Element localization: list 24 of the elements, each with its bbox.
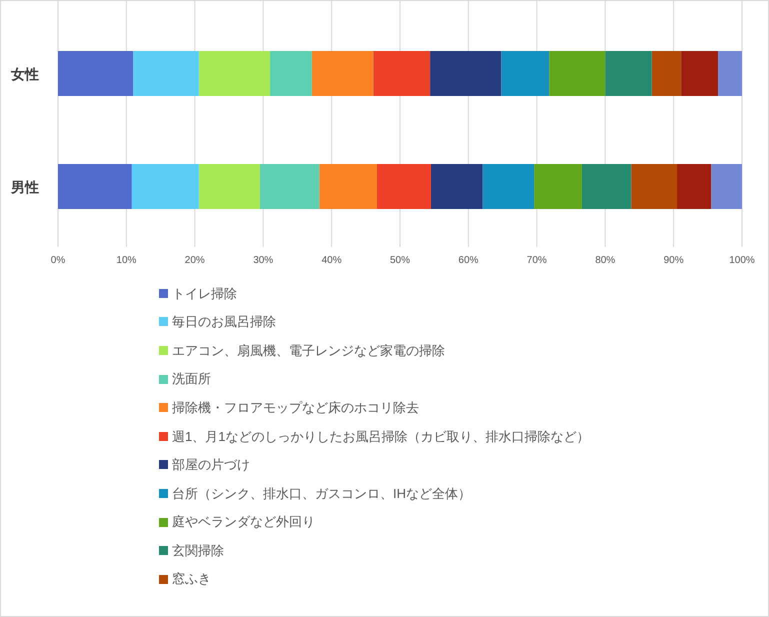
category-label: 男性 [11,179,39,195]
axis-tick-label: 40% [322,255,342,266]
axis-tick-label: 80% [595,255,616,266]
legend-label: 週1、月1などのしっかりしたお風呂掃除（カビ取り、排水口掃除など） [172,428,590,446]
axis-tick-label: 10% [116,255,136,266]
axis-tick-label: 60% [458,255,478,266]
axis-tick-label: 100% [729,255,755,266]
axis-tick-label: 90% [664,255,684,266]
legend-label: 窓ふき [172,570,211,588]
legend-label: 玄関掃除 [172,542,224,560]
legend-label: 掃除機・フロアモップなど床のホコリ除去 [172,398,419,417]
legend-label: 毎日のお風呂掃除 [172,313,276,332]
axis-tick-label: 30% [253,255,274,266]
legend-label: 台所（シンク、排水口、ガスコンロ、IHなど全体） [172,484,471,503]
axis-tick-label: 50% [390,255,410,266]
axis-tick-label: 0% [50,255,66,266]
legend-label: トイレ掃除 [172,284,237,303]
category-label: 女性 [11,66,39,82]
axis-tick-label: 20% [184,255,205,266]
legend-label: 部屋の片づけ [172,456,250,474]
legend-label: エアコン、扇風機、電子レンジなど家電の掃除 [172,342,445,360]
legend-label: 洗面所 [172,370,211,388]
axis-tick-label: 70% [526,255,547,266]
legend-label: 庭やベランダなど外回り [172,513,315,532]
